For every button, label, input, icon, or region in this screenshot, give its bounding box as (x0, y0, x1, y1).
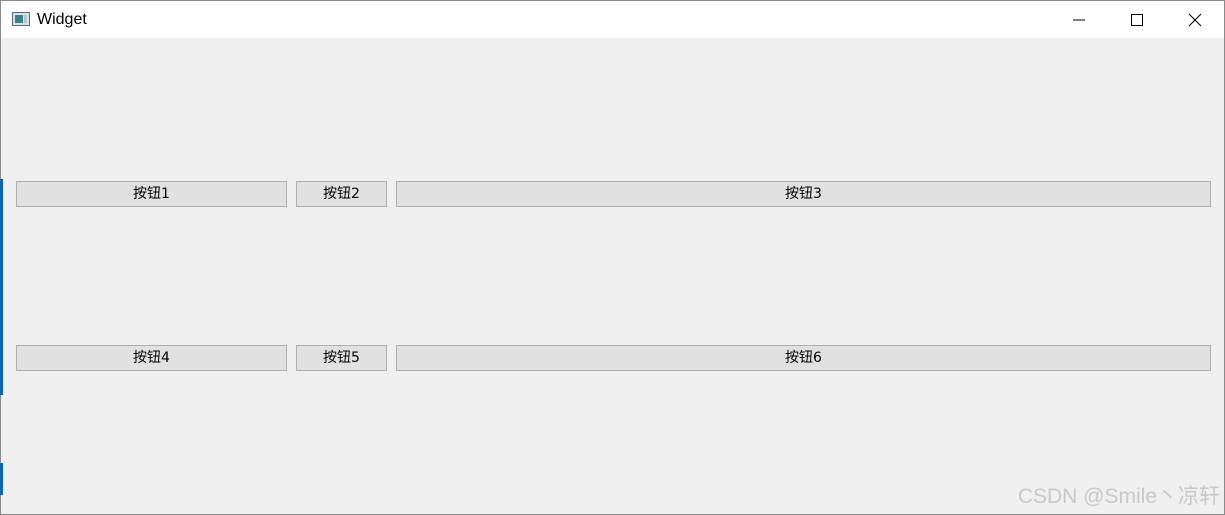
widget-content-area: 按钮1 按钮2 按钮3 按钮4 按钮5 按钮6 (1, 38, 1224, 514)
button-5[interactable]: 按钮5 (296, 345, 387, 371)
title-bar[interactable]: Widget (1, 1, 1224, 38)
minimize-icon (1073, 19, 1085, 21)
window-title: Widget (37, 11, 87, 28)
button-1[interactable]: 按钮1 (16, 181, 287, 207)
minimize-button[interactable] (1050, 1, 1108, 38)
button-6[interactable]: 按钮6 (396, 345, 1211, 371)
app-window: Widget 按钮1 按钮2 按钮3 按钮4 按钮5 按钮6 CSDN @Smi… (0, 0, 1225, 515)
close-button[interactable] (1166, 1, 1224, 38)
maximize-button[interactable] (1108, 1, 1166, 38)
button-2[interactable]: 按钮2 (296, 181, 387, 207)
button-3[interactable]: 按钮3 (396, 181, 1211, 207)
maximize-icon (1131, 14, 1143, 26)
close-icon (1188, 13, 1202, 27)
button-4[interactable]: 按钮4 (16, 345, 287, 371)
app-icon (12, 12, 30, 26)
csdn-watermark: CSDN @Smile丶凉轩 (1017, 485, 1220, 508)
